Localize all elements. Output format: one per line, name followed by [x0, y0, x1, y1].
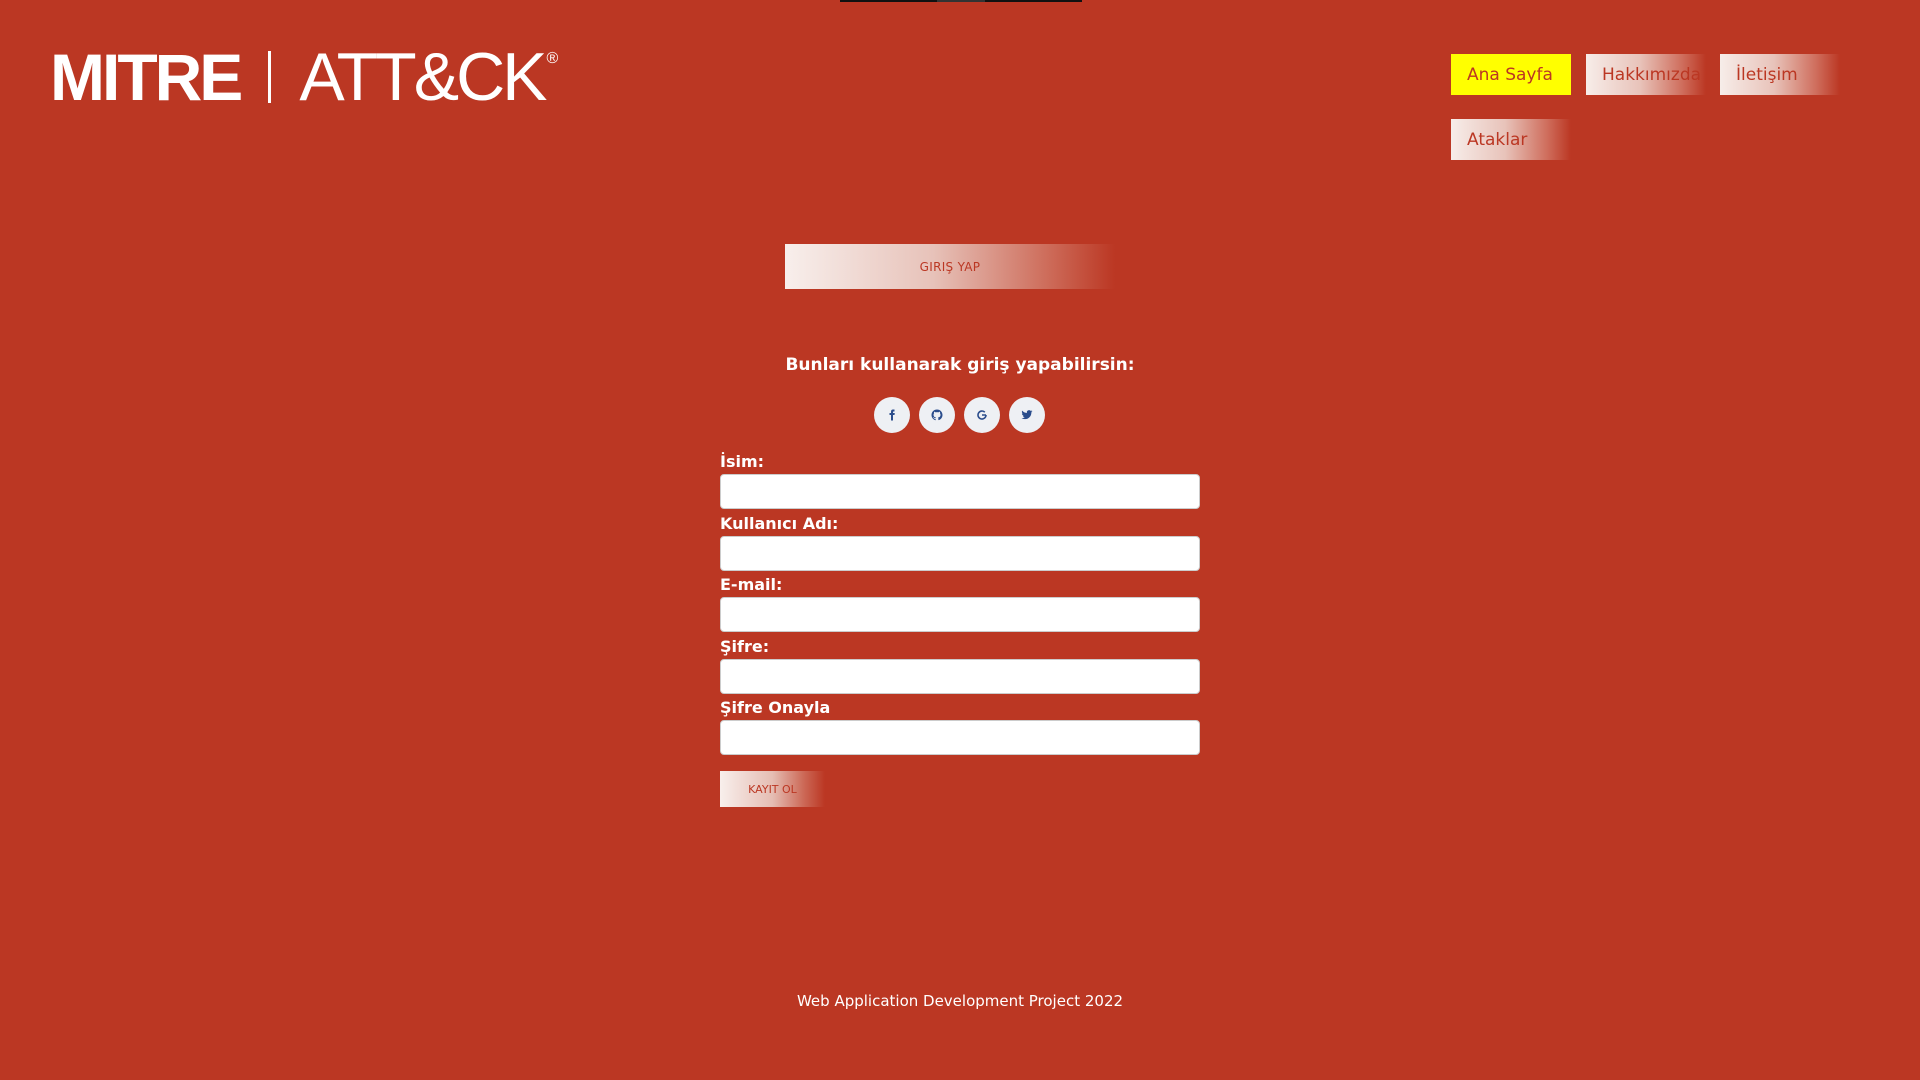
- facebook-icon: [889, 409, 895, 421]
- social-login-row: [874, 397, 1045, 433]
- nav-about-button[interactable]: Hakkımızda: [1586, 54, 1706, 95]
- password-label: Şifre:: [720, 636, 770, 656]
- twitter-icon: [1021, 410, 1033, 420]
- confirm-password-label: Şifre Onayla: [720, 698, 831, 717]
- nav-attacks-button[interactable]: Ataklar: [1451, 119, 1571, 160]
- email-input[interactable]: [720, 597, 1200, 632]
- social-login-title: Bunları kullanarak giriş yapabilirsin:: [785, 355, 1135, 375]
- logo-registered-mark: ®: [546, 50, 559, 67]
- name-field-group: İsim:: [720, 450, 1200, 512]
- register-form: İsim: Kullanıcı Adı: E-mail: Şifre: Şifr…: [720, 450, 1200, 758]
- page: MITRE ATT&CK ® Ana Sayfa Hakkımızda İleti…: [0, 0, 1920, 1080]
- username-label: Kullanıcı Adı:: [720, 513, 839, 533]
- footer-text: Web Application Development Project 2022: [796, 992, 1124, 1010]
- google-button[interactable]: [964, 397, 1000, 433]
- top-strip: [840, 0, 1082, 2]
- login-button[interactable]: GIRIŞ YAP: [785, 244, 1115, 289]
- logo-attck-text: ATT&CK ®: [299, 43, 559, 111]
- register-button[interactable]: KAYIT OL: [720, 771, 825, 807]
- password-input[interactable]: [720, 658, 1200, 694]
- name-input[interactable]: [720, 474, 1200, 509]
- logo-mitre-text: MITRE: [50, 40, 243, 114]
- email-field-group: E-mail:: [720, 573, 1200, 635]
- name-label: İsim:: [720, 452, 765, 471]
- mitre-attck-logo[interactable]: MITRE ATT&CK ®: [50, 40, 559, 114]
- logo-divider: [268, 51, 272, 103]
- confirm-password-input[interactable]: [720, 720, 1200, 755]
- nav-home-button[interactable]: Ana Sayfa: [1451, 54, 1571, 95]
- facebook-button[interactable]: [874, 397, 910, 433]
- github-icon: [931, 409, 943, 421]
- password-field-group: Şifre:: [720, 635, 1200, 697]
- confirm-password-field-group: Şifre Onayla: [720, 696, 1200, 758]
- username-field-group: Kullanıcı Adı:: [720, 512, 1200, 574]
- email-label: E-mail:: [720, 575, 783, 594]
- google-icon: [977, 410, 987, 420]
- logo-attck-word: ATT&CK: [299, 39, 547, 115]
- username-input[interactable]: [720, 535, 1200, 571]
- nav-contact-button[interactable]: İletişim: [1720, 54, 1840, 95]
- twitter-button[interactable]: [1009, 397, 1045, 433]
- github-button[interactable]: [919, 397, 955, 433]
